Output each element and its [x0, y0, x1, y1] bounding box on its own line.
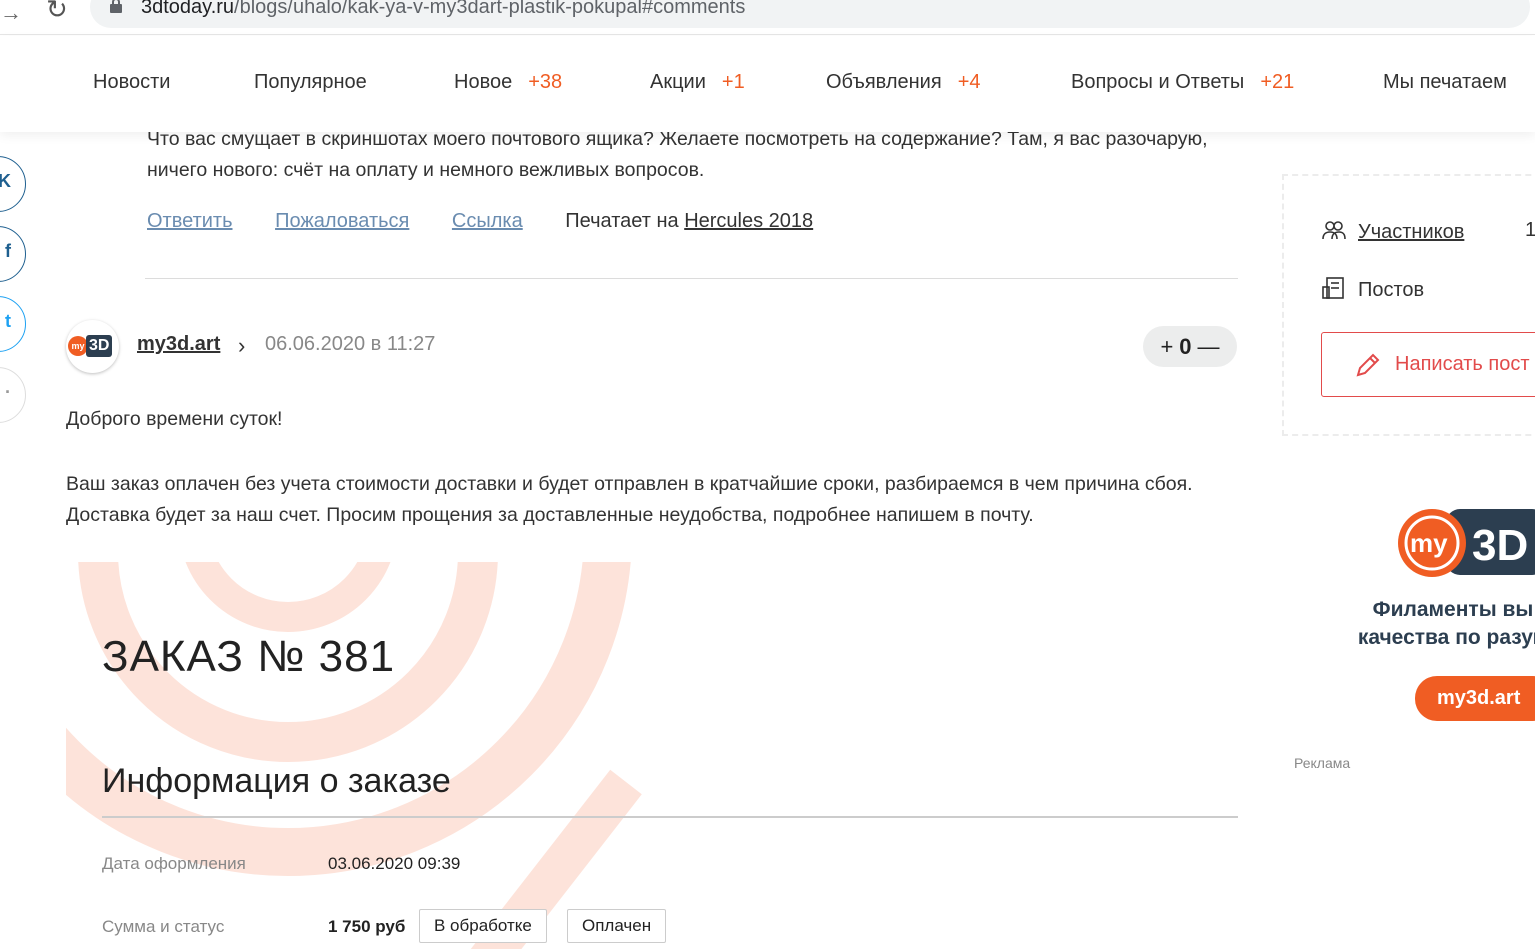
members-count: 1: [1525, 219, 1535, 241]
write-post-label: Написать пост: [1395, 353, 1530, 375]
vote-minus-button[interactable]: —: [1198, 334, 1220, 359]
share-facebook-button[interactable]: f: [0, 226, 26, 282]
order-divider: [102, 816, 1238, 818]
status-processing-badge: В обработке: [419, 909, 547, 943]
nav-item-promos[interactable]: Акции +1: [650, 71, 745, 94]
logo-3d-text: 3D: [1472, 521, 1528, 570]
author-link[interactable]: my3d.art: [137, 333, 220, 356]
members-label: Участников: [1358, 221, 1465, 243]
vote-value: 0: [1179, 334, 1192, 359]
comment-actions: Ответить Пожаловаться Ссылка Печатает на…: [147, 210, 813, 233]
nav-label: Новое: [454, 71, 513, 93]
url-path: /blogs/uhalo/kak-ya-v-my3dart-plastik-po…: [234, 0, 746, 18]
comment-date: 06.06.2020 в 11:27: [265, 333, 436, 355]
order-section-title: Информация о заказе: [102, 762, 451, 800]
avatar[interactable]: my 3D: [66, 320, 119, 373]
printer-link[interactable]: Hercules 2018: [684, 210, 813, 232]
nav-badge: +21: [1260, 71, 1295, 93]
nav-item-ads[interactable]: Объявления +4: [826, 71, 981, 94]
nav-label: Новости: [93, 71, 171, 93]
pencil-icon: [1356, 353, 1380, 377]
status-paid-badge: Оплачен: [567, 909, 667, 943]
logo-my-text: my: [1410, 528, 1448, 558]
nav-label: Вопросы и Ответы: [1071, 71, 1245, 93]
reload-icon[interactable]: ↻: [46, 0, 68, 25]
members-icon: [1322, 221, 1346, 240]
prints-on: Печатает на Hercules 2018: [565, 210, 813, 232]
ad-tagline: Филаменты вы качества по разум: [1323, 596, 1535, 652]
forward-arrow-icon[interactable]: →: [0, 0, 22, 26]
site-nav: Новости Популярное Новое +38 Акции +1 Объя…: [0, 36, 1535, 132]
vote-plus-button[interactable]: +: [1160, 334, 1173, 359]
facebook-icon: f: [5, 241, 11, 261]
chevron-right-icon: ›: [238, 333, 246, 358]
url-host: 3dtoday.ru: [141, 0, 235, 18]
posts-icon: [1322, 277, 1344, 299]
nav-label: Акции: [650, 71, 706, 93]
share-more-button[interactable]: ·: [0, 367, 26, 423]
nav-badge: +1: [721, 71, 745, 93]
report-link[interactable]: Пожаловаться: [275, 210, 409, 232]
comment-greeting: Доброго времени суток!: [66, 408, 283, 430]
twitter-icon: t: [5, 311, 11, 331]
write-post-button[interactable]: Написать пост: [1321, 332, 1535, 397]
comment-divider: [145, 278, 1238, 279]
permalink-link[interactable]: Ссылка: [452, 210, 523, 232]
url-text[interactable]: 3dtoday.ru/blogs/uhalo/kak-ya-v-my3dart-…: [141, 0, 745, 19]
posts-row: Постов: [1322, 277, 1424, 302]
order-sum-label: Сумма и статус: [102, 917, 225, 936]
members-row[interactable]: Участников: [1322, 219, 1464, 244]
order-date-label: Дата оформления: [102, 854, 246, 873]
ad-label: Реклама: [1294, 755, 1351, 771]
avatar-logo-3d: 3D: [86, 335, 113, 357]
ad-tagline-line2: качества по разум: [1357, 626, 1535, 649]
lock-icon[interactable]: [110, 0, 122, 13]
order-sum-value: 1 750 руб: [328, 917, 406, 936]
nav-item-popular[interactable]: Популярное: [254, 71, 367, 94]
my3d-logo[interactable]: my 3D: [1396, 507, 1535, 579]
share-twitter-button[interactable]: t: [0, 296, 26, 352]
reply-link[interactable]: Ответить: [147, 210, 233, 232]
nav-item-we-print[interactable]: Мы печатаем: [1383, 71, 1507, 94]
nav-item-new[interactable]: Новое +38: [454, 71, 562, 94]
nav-item-qa[interactable]: Вопросы и Ответы +21: [1071, 71, 1294, 94]
posts-label: Постов: [1358, 279, 1425, 301]
prints-on-label: Печатает на: [565, 210, 679, 232]
nav-label: Объявления: [826, 71, 942, 93]
vk-icon: K: [0, 171, 11, 191]
nav-badge: +38: [528, 71, 563, 93]
order-screenshot: ЗАКАЗ № 381 Информация о заказе Дата офо…: [66, 562, 1246, 949]
watermark-logo: [66, 562, 642, 949]
comment-body: Ваш заказ оплачен без учета стоимости до…: [66, 473, 1193, 526]
ad-tagline-line1: Филаменты вы: [1372, 598, 1534, 621]
nav-item-news[interactable]: Новости: [93, 71, 170, 94]
more-icon: ·: [5, 382, 11, 402]
order-title: ЗАКАЗ № 381: [102, 632, 396, 681]
nav-label: Популярное: [254, 71, 367, 93]
nav-label: Мы печатаем: [1383, 71, 1507, 93]
ad-button[interactable]: my3d.art: [1415, 676, 1535, 721]
comment-text: Что вас смущает в скриншотах моего почто…: [147, 128, 1208, 181]
order-date-value: 03.06.2020 09:39: [328, 854, 461, 873]
nav-badge: +4: [957, 71, 981, 93]
avatar-logo-my: my: [68, 336, 88, 356]
browser-toolbar: → ↻ 3dtoday.ru/blogs/uhalo/kak-ya-v-my3d…: [0, 0, 1535, 35]
share-vk-button[interactable]: K: [0, 156, 26, 212]
vote-widget: +0—: [1143, 326, 1237, 367]
